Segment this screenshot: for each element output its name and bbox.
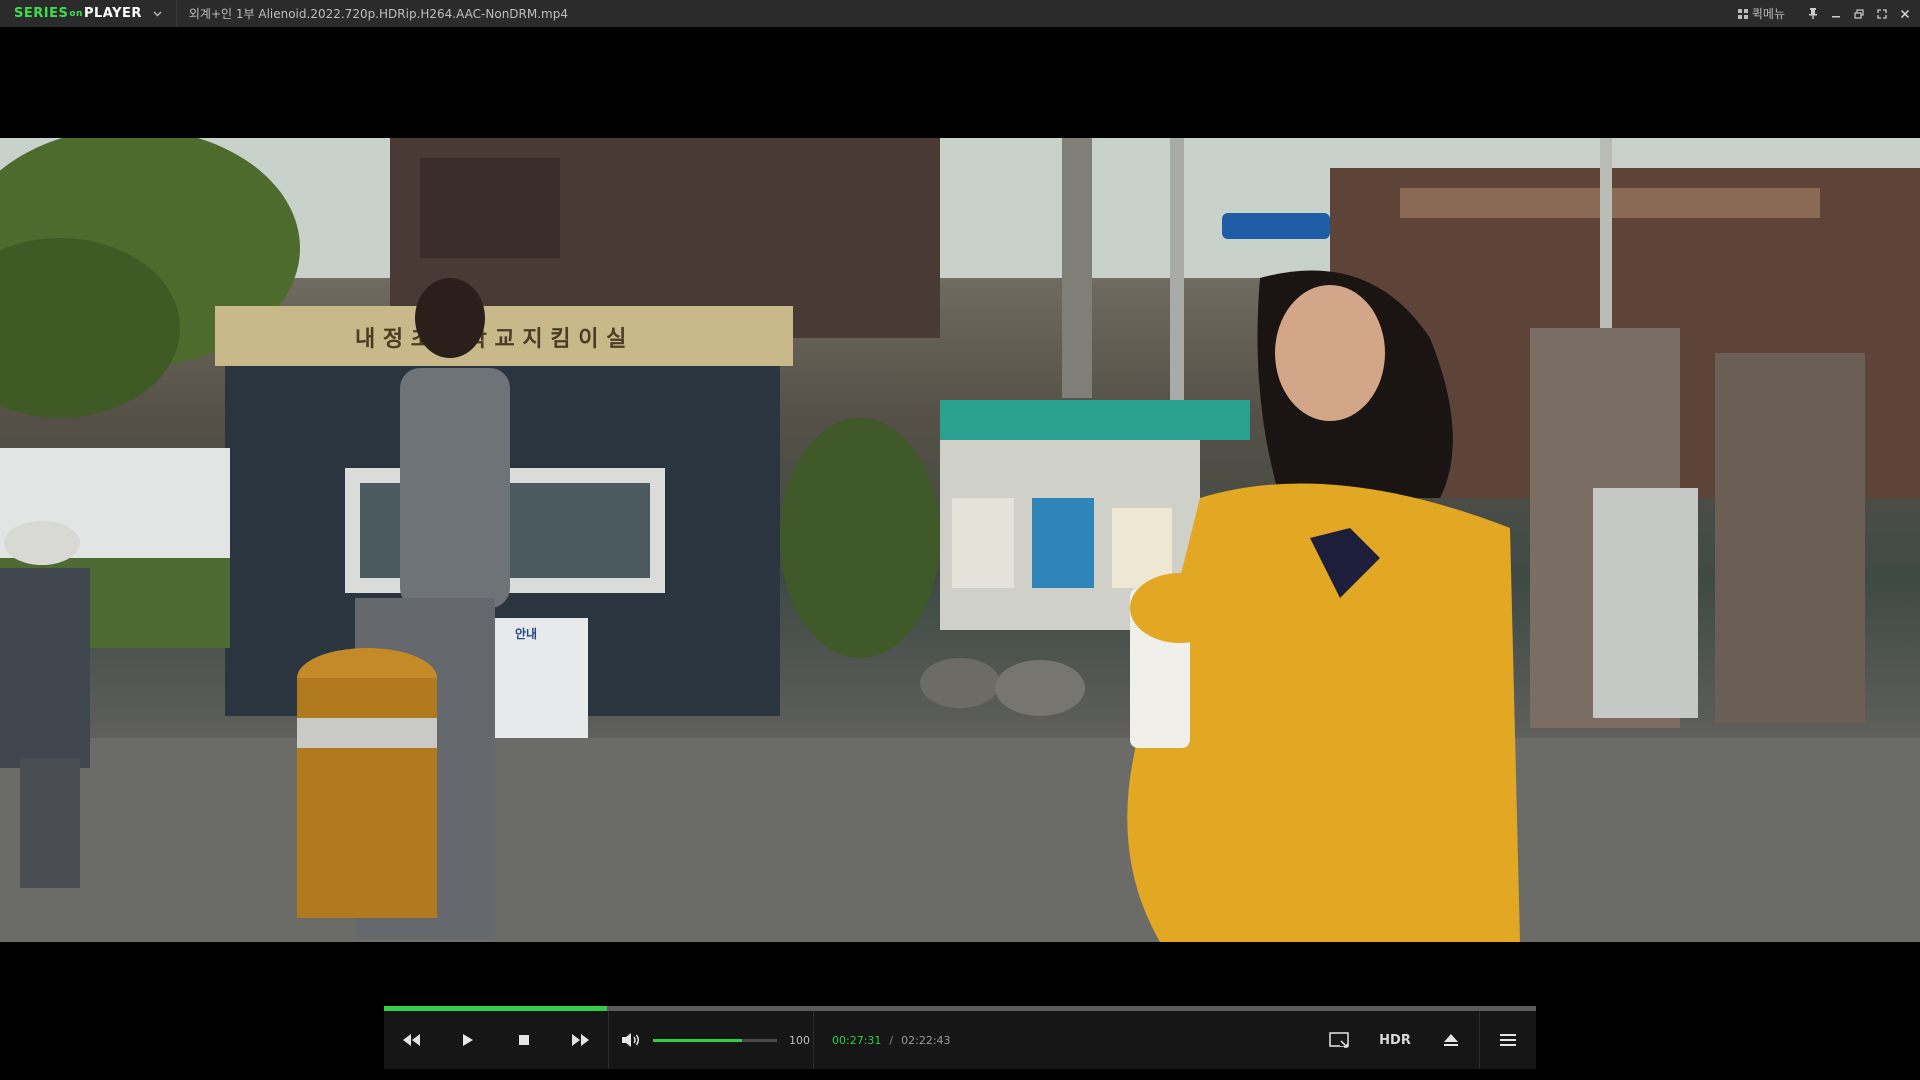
booth-sign-text: 내 정 초 등 학 교 지 킴 이 실 bbox=[355, 327, 626, 352]
minimize-icon bbox=[1831, 15, 1840, 17]
stop-button[interactable] bbox=[496, 1011, 552, 1069]
volume-control: 100 bbox=[609, 1032, 813, 1048]
hamburger-menu-icon bbox=[1500, 1034, 1516, 1046]
chevron-down-icon[interactable] bbox=[148, 0, 168, 27]
fast-forward-button[interactable] bbox=[552, 1011, 608, 1069]
volume-slider[interactable] bbox=[653, 1038, 777, 1042]
close-icon bbox=[1900, 9, 1909, 18]
time-display: 00:27:31 / 02:22:43 bbox=[832, 1034, 951, 1047]
title-bar: SERIES on PLAYER 외계+인 1부 Alienoid.2022.7… bbox=[0, 0, 1920, 27]
cast-icon bbox=[1329, 1032, 1349, 1048]
rewind-icon bbox=[403, 1034, 420, 1046]
volume-value: 100 bbox=[789, 1033, 810, 1047]
stop-icon bbox=[519, 1035, 529, 1045]
eject-icon bbox=[1444, 1034, 1458, 1046]
time-separator: / bbox=[889, 1033, 894, 1047]
logo-text-on: on bbox=[69, 8, 83, 19]
fullscreen-icon bbox=[1876, 8, 1887, 19]
play-icon bbox=[463, 1034, 473, 1046]
fast-forward-icon bbox=[572, 1034, 589, 1046]
divider bbox=[813, 1011, 814, 1069]
total-time: 02:22:43 bbox=[901, 1033, 951, 1047]
pin-button[interactable] bbox=[1801, 0, 1824, 27]
video-scene: 내 정 초 등 학 교 지 킴 이 실 안내 bbox=[0, 138, 1920, 942]
pin-icon bbox=[1808, 8, 1817, 19]
fullscreen-button[interactable] bbox=[1870, 0, 1893, 27]
cast-button[interactable] bbox=[1311, 1011, 1367, 1069]
close-button[interactable] bbox=[1893, 0, 1916, 27]
restore-icon bbox=[1853, 8, 1864, 19]
control-bar: 100 00:27:31 / 02:22:43 HDR bbox=[384, 1011, 1536, 1069]
app-logo[interactable]: SERIES on PLAYER bbox=[0, 0, 142, 27]
current-time: 00:27:31 bbox=[832, 1033, 882, 1047]
logo-text-player: PLAYER bbox=[83, 6, 142, 21]
divider bbox=[175, 0, 177, 27]
volume-slider-fill bbox=[653, 1038, 743, 1042]
play-button[interactable] bbox=[440, 1011, 496, 1069]
logo-text-series: SERIES bbox=[14, 6, 69, 21]
speaker-icon bbox=[622, 1033, 639, 1047]
restore-button[interactable] bbox=[1847, 0, 1870, 27]
volume-button[interactable] bbox=[621, 1032, 641, 1048]
menu-button[interactable] bbox=[1480, 1011, 1536, 1069]
grid-icon bbox=[1737, 8, 1748, 19]
minimize-button[interactable] bbox=[1824, 0, 1847, 27]
eject-button[interactable] bbox=[1423, 1011, 1479, 1069]
hdr-button[interactable]: HDR bbox=[1367, 1033, 1423, 1048]
quick-menu-label: 퀵메뉴 bbox=[1751, 7, 1785, 21]
notice-sign-text: 안내 bbox=[515, 626, 537, 641]
quick-menu-button[interactable]: 퀵메뉴 bbox=[1737, 5, 1785, 22]
file-title: 외계+인 1부 Alienoid.2022.720p.HDRip.H264.AA… bbox=[188, 7, 568, 21]
rewind-button[interactable] bbox=[384, 1011, 440, 1069]
video-frame[interactable]: 내 정 초 등 학 교 지 킴 이 실 안내 bbox=[0, 138, 1920, 942]
